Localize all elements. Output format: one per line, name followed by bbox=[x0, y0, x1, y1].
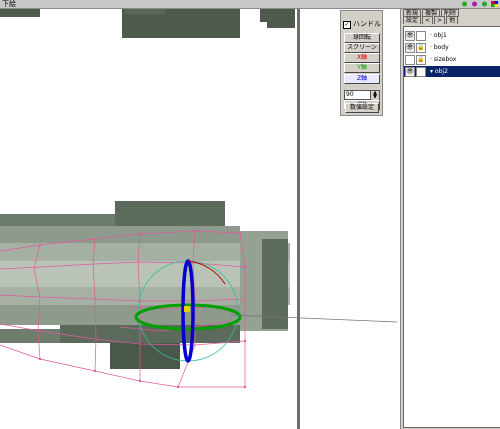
title-label: 下絵 bbox=[2, 0, 16, 8]
green-gizmo-icon[interactable] bbox=[461, 1, 468, 7]
list-item[interactable]: 👁 🔒 · body bbox=[404, 42, 500, 53]
object-name: · obj1 bbox=[430, 32, 447, 39]
lock-icon[interactable]: 🔒 bbox=[416, 43, 426, 53]
object-name: · sizebox bbox=[430, 56, 457, 63]
eye-icon[interactable]: 👁 bbox=[405, 67, 415, 77]
sphere-rotate-button[interactable]: 球回転 bbox=[344, 33, 380, 43]
screen-rotate-button[interactable]: スクリーン bbox=[344, 43, 380, 53]
unlock-icon[interactable] bbox=[416, 31, 426, 41]
3d-viewport[interactable] bbox=[0, 9, 397, 429]
eye-icon[interactable]: 👁 bbox=[405, 31, 415, 41]
title-bar: 下絵 bbox=[0, 0, 500, 9]
object-list: 👁 · obj1 👁 🔒 · body 🔒 · sizebox 👁 ▾ obj2 bbox=[403, 26, 500, 428]
viewport-divider[interactable] bbox=[297, 9, 300, 429]
object-name: ▾ obj2 bbox=[430, 68, 448, 75]
list-item-selected[interactable]: 👁 ▾ obj2 bbox=[404, 66, 500, 77]
object-nav: 設定 < > 他 bbox=[403, 16, 459, 24]
background-texture bbox=[0, 9, 295, 38]
color-palette-icon[interactable] bbox=[491, 1, 498, 7]
unlock-icon[interactable] bbox=[416, 67, 426, 77]
list-item[interactable]: 🔒 · sizebox bbox=[404, 54, 500, 65]
green-gizmo-icon-2[interactable] bbox=[481, 1, 488, 7]
prev-button[interactable]: < bbox=[422, 16, 434, 24]
handle-checkbox[interactable]: ✓ bbox=[343, 20, 351, 29]
angle-input[interactable]: 90 bbox=[344, 90, 371, 100]
viewport-scene[interactable] bbox=[0, 9, 397, 429]
eye-hidden-icon[interactable] bbox=[405, 55, 415, 65]
rotate-tool-panel: ✓ ハンドル 球回転 スクリーン X軸 Y軸 Z軸 90 ▲▼ OK bbox=[340, 10, 383, 116]
z-axis-button[interactable]: Z軸 bbox=[344, 74, 380, 84]
lock-icon[interactable]: 🔒 bbox=[416, 55, 426, 65]
settings-button[interactable]: 設定 bbox=[403, 16, 422, 24]
eye-icon[interactable]: 👁 bbox=[405, 43, 415, 53]
other-button[interactable]: 他 bbox=[446, 16, 459, 24]
y-axis-button[interactable]: Y軸 bbox=[344, 63, 380, 73]
object-panel: 新規 複製 削除 設定 < > 他 👁 · obj1 👁 🔒 · body 🔒 … bbox=[400, 9, 500, 429]
next-button[interactable]: > bbox=[434, 16, 446, 24]
object-name: · body bbox=[430, 44, 449, 51]
title-icons bbox=[461, 0, 500, 8]
handle-label: ハンドル bbox=[353, 20, 381, 28]
list-item[interactable]: 👁 · obj1 bbox=[404, 30, 500, 41]
x-axis-button[interactable]: X軸 bbox=[344, 53, 380, 63]
numeric-settings-button[interactable]: 数値設定 bbox=[345, 103, 379, 113]
purple-gizmo-icon[interactable] bbox=[471, 1, 478, 7]
handle-checkbox-row[interactable]: ✓ ハンドル bbox=[343, 20, 381, 29]
